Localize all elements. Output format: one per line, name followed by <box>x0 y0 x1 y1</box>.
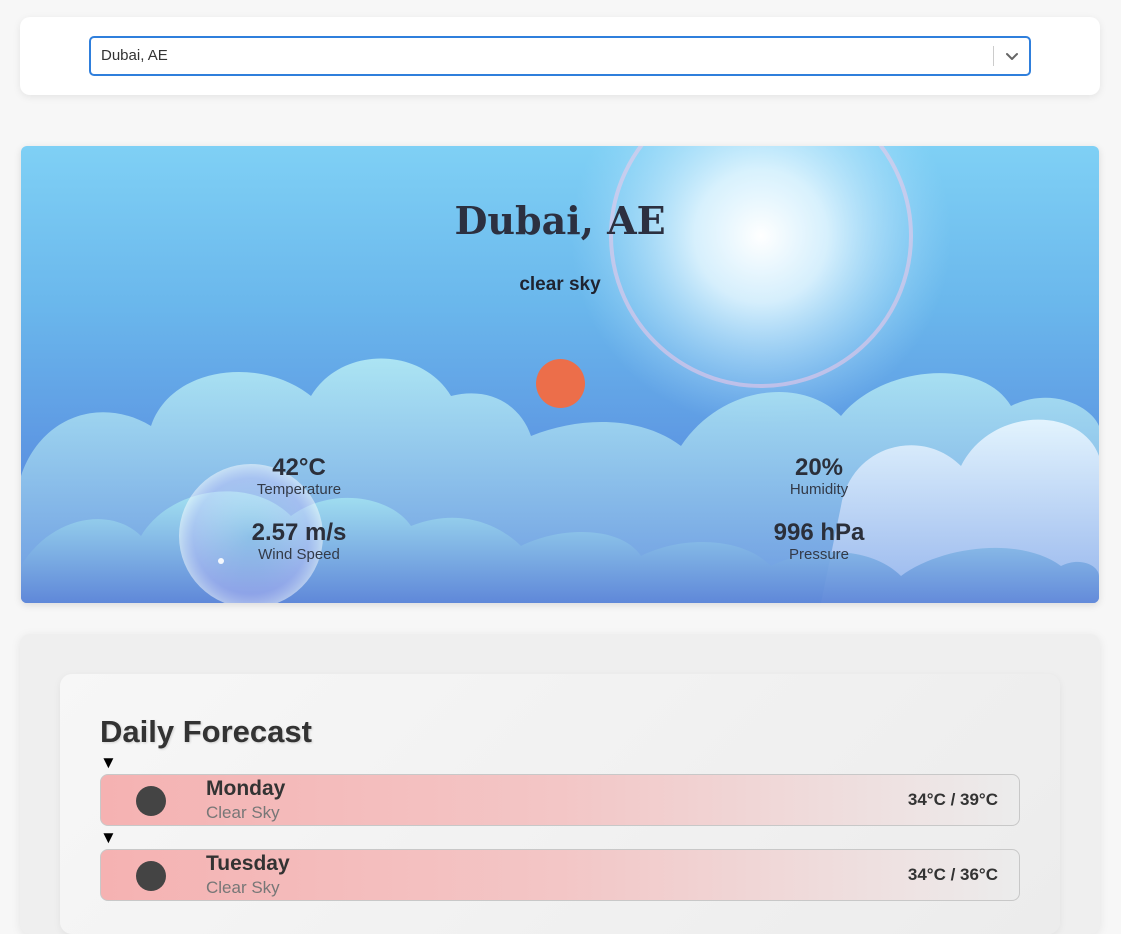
forecast-day-row[interactable]: Monday Clear Sky 34°C / 39°C <box>100 774 1020 826</box>
temperature-label: Temperature <box>256 481 342 498</box>
pressure-value: 996 hPa <box>773 519 865 546</box>
humidity-label: Humidity <box>789 481 849 498</box>
select-separator <box>993 46 994 66</box>
stat-temperature: 42°C Temperature <box>179 454 419 498</box>
weather-condition-icon <box>136 786 166 816</box>
forecast-section: Daily Forecast ▼ Monday Clear Sky 34°C /… <box>20 634 1100 934</box>
current-weather-card: Dubai, AE clear sky 42°C Temperature 2.5… <box>21 146 1099 603</box>
expand-toggle-icon[interactable]: ▼ <box>100 829 117 847</box>
stat-humidity: 20% Humidity <box>699 454 939 498</box>
wind-speed-value: 2.57 m/s <box>251 519 347 546</box>
search-card: Dubai, AE <box>20 17 1100 95</box>
day-name: Monday <box>206 777 286 800</box>
wind-speed-label: Wind Speed <box>258 546 340 563</box>
forecast-title: Daily Forecast <box>100 714 312 749</box>
chevron-down-icon[interactable] <box>1003 47 1021 65</box>
pressure-label: Pressure <box>788 546 850 563</box>
stat-wind-speed: 2.57 m/s Wind Speed <box>179 519 419 563</box>
sun-icon <box>536 359 585 408</box>
weather-condition-icon <box>136 861 166 891</box>
city-title: Dubai, AE <box>454 198 666 243</box>
stat-pressure: 996 hPa Pressure <box>699 519 939 563</box>
city-select[interactable]: Dubai, AE <box>89 36 1031 76</box>
day-name: Tuesday <box>206 852 290 875</box>
forecast-panel: Daily Forecast ▼ Monday Clear Sky 34°C /… <box>60 674 1060 934</box>
humidity-value: 20% <box>794 454 844 481</box>
forecast-day-row[interactable]: Tuesday Clear Sky 34°C / 36°C <box>100 849 1020 901</box>
day-temp-range: 34°C / 39°C <box>907 790 998 809</box>
day-condition: Clear Sky <box>206 878 280 897</box>
day-condition: Clear Sky <box>206 803 280 822</box>
day-temp-range: 34°C / 36°C <box>907 865 998 884</box>
temperature-value: 42°C <box>272 454 326 481</box>
weather-description: clear sky <box>519 274 601 295</box>
city-select-value: Dubai, AE <box>101 47 168 64</box>
expand-toggle-icon[interactable]: ▼ <box>100 754 117 772</box>
